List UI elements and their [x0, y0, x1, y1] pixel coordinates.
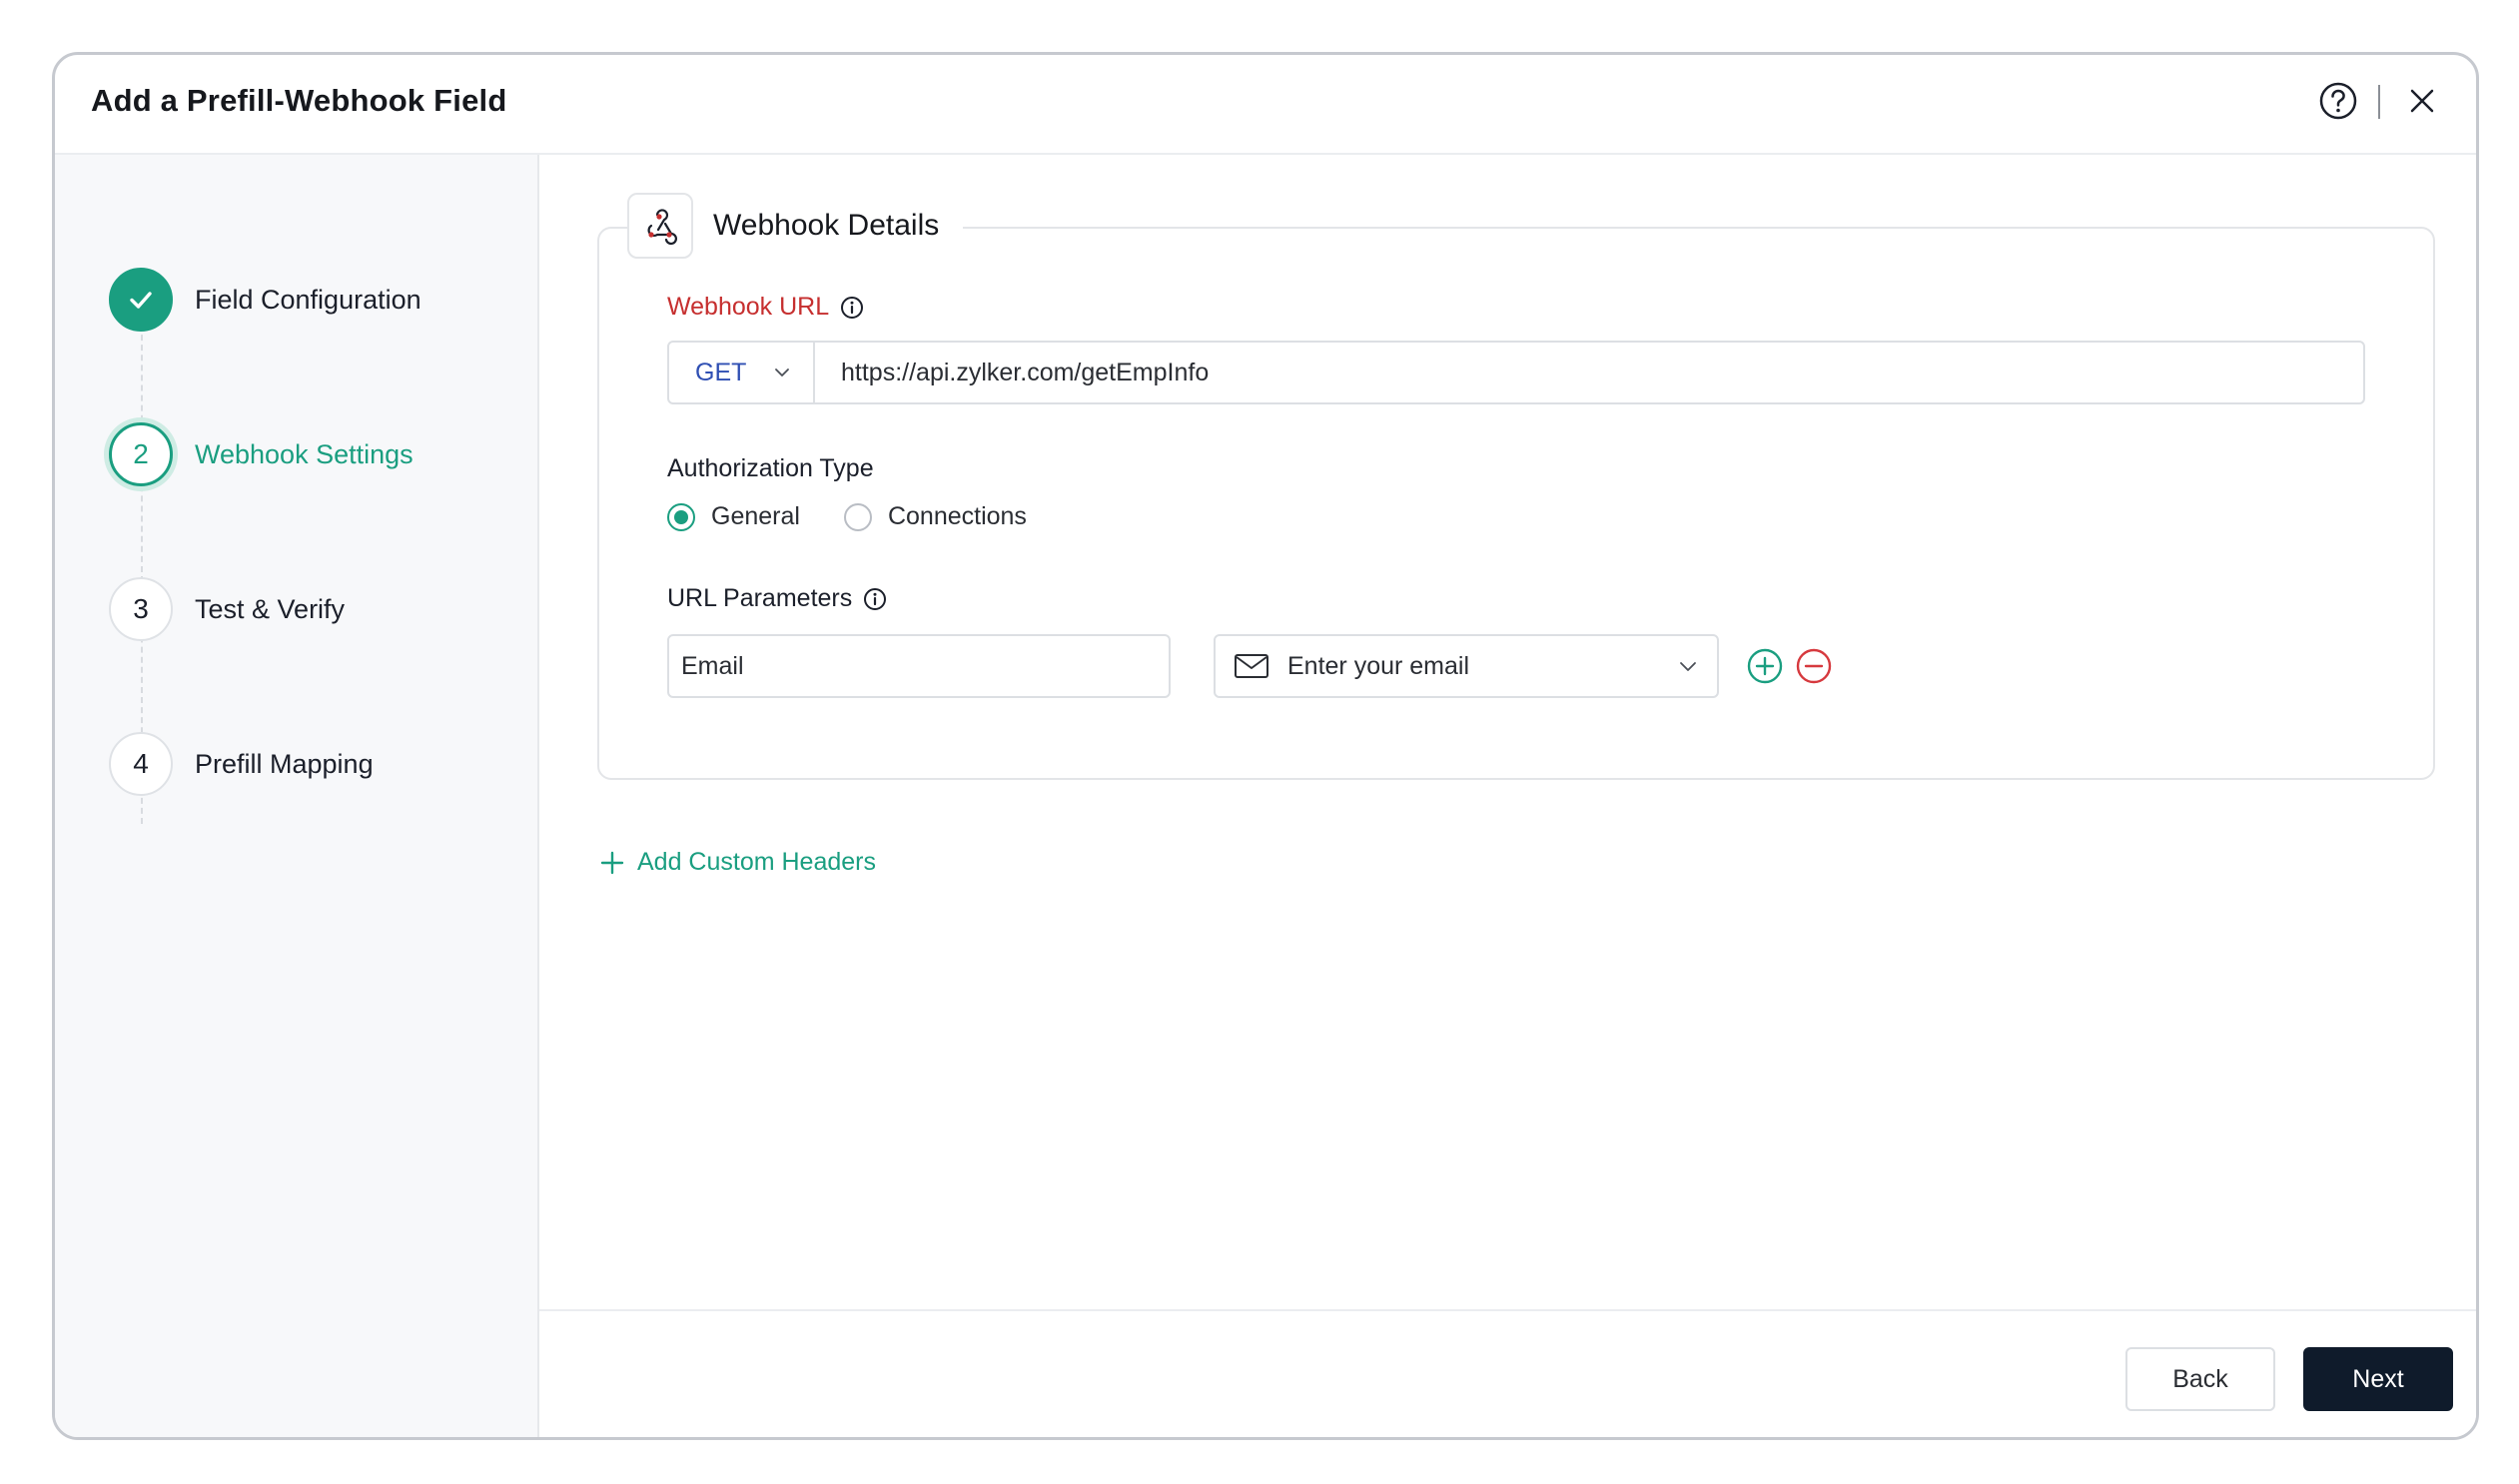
chevron-down-icon: [775, 369, 790, 376]
webhook-icon-box: [627, 193, 693, 259]
webhook-url-input[interactable]: [815, 343, 2363, 402]
param-value-placeholder: Enter your email: [1287, 651, 1470, 680]
info-icon[interactable]: [862, 586, 888, 612]
step-completed-badge: [109, 268, 173, 332]
webhook-url-field: GET: [667, 341, 2365, 404]
add-custom-headers-link[interactable]: Add Custom Headers: [599, 848, 876, 877]
webhook-url-label: Webhook URL: [667, 293, 865, 322]
http-method-select[interactable]: GET: [669, 343, 815, 402]
webhook-details-card: Webhook Details Webhook URL GET https://…: [597, 193, 2435, 780]
step-prefill-mapping[interactable]: 4 Prefill Mapping: [109, 731, 374, 797]
back-button[interactable]: Back: [2125, 1347, 2275, 1411]
envelope-icon: [1235, 654, 1268, 678]
add-custom-headers-label: Add Custom Headers: [637, 848, 877, 876]
url-parameters-label: URL Parameters: [667, 584, 888, 613]
question-circle-icon[interactable]: [2314, 77, 2362, 125]
step-label: Test & Verify: [195, 593, 346, 624]
step-number: 3: [109, 577, 173, 641]
info-icon[interactable]: [839, 295, 865, 321]
remove-parameter-icon[interactable]: [1795, 647, 1833, 685]
check-icon: [130, 292, 152, 309]
header-divider: [2378, 85, 2380, 119]
step-label: Prefill Mapping: [195, 748, 374, 779]
webhook-icon: [647, 209, 677, 246]
radio-button-checked[interactable]: [667, 502, 695, 531]
add-webhook-field-dialog: Add a Prefill-Webhook Field Field Config…: [52, 52, 2479, 1440]
step-webhook-settings[interactable]: 2 Webhook Settings: [109, 421, 414, 487]
step-label: Webhook Settings: [195, 438, 414, 469]
radio-label: Connections: [887, 502, 1027, 530]
webhook-url-label-text: Webhook URL: [667, 293, 830, 321]
card-header: Webhook Details: [627, 193, 964, 259]
card-title: Webhook Details: [713, 209, 940, 242]
authorization-type-label: Authorization Type: [667, 454, 874, 482]
url-parameters-label-text: URL Parameters: [667, 584, 853, 612]
http-method-value: GET: [695, 358, 747, 386]
close-icon[interactable]: [2398, 77, 2446, 125]
step-test-verify[interactable]: 3 Test & Verify: [109, 576, 345, 642]
step-number: 4: [109, 732, 173, 796]
plus-icon: [600, 851, 624, 874]
chevron-down-icon: [1680, 662, 1696, 671]
param-value-select[interactable]: Enter your email: [1214, 634, 1719, 698]
main-content: Webhook Details Webhook URL GET https://…: [539, 155, 2476, 1437]
authorization-type-options: General Connections: [667, 502, 1071, 531]
dialog-footer: Back Next: [539, 1309, 2476, 1437]
radio-general[interactable]: General: [667, 502, 800, 531]
step-number: 2: [109, 422, 173, 486]
step-label: Field Configuration: [195, 284, 421, 315]
add-parameter-icon[interactable]: [1746, 647, 1784, 685]
next-button[interactable]: Next: [2303, 1347, 2453, 1411]
radio-button[interactable]: [843, 502, 872, 531]
param-name-input[interactable]: [667, 634, 1171, 698]
dialog-header: Add a Prefill-Webhook Field: [55, 55, 2476, 155]
step-field-configuration[interactable]: Field Configuration: [109, 267, 421, 333]
radio-label: General: [711, 502, 800, 530]
steps-sidebar: Field Configuration 2 Webhook Settings 3…: [55, 155, 539, 1437]
dialog-title: Add a Prefill-Webhook Field: [91, 83, 507, 118]
radio-connections[interactable]: Connections: [843, 502, 1027, 531]
